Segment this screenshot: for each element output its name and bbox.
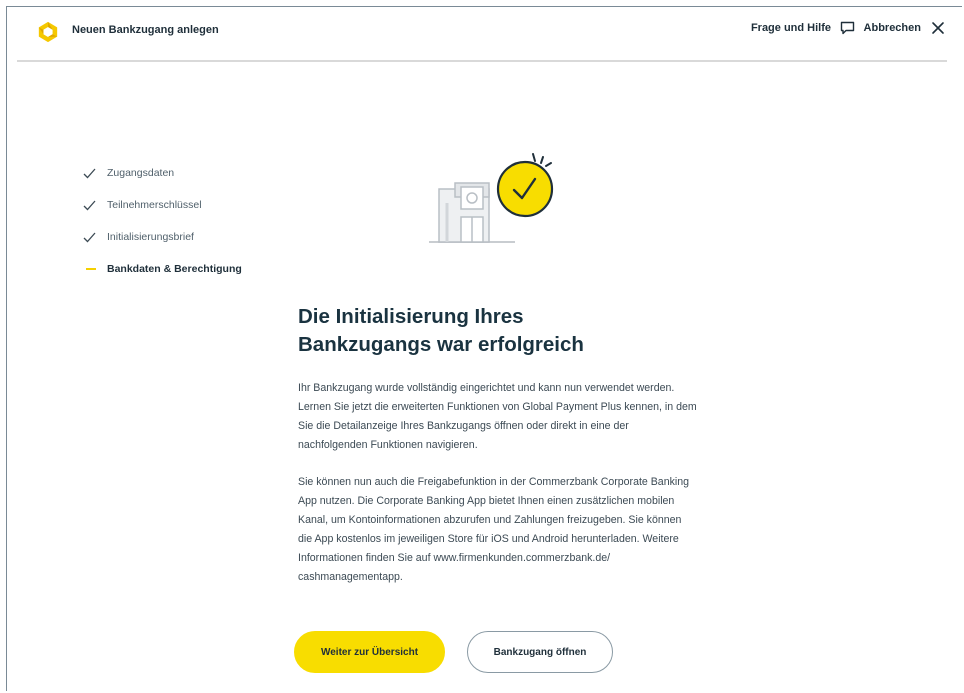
- step-label: Initialisierungsbrief: [107, 231, 194, 243]
- step-teilnehmerschluessel: Teilnehmerschlüssel: [83, 189, 283, 221]
- checkmark-icon: [83, 232, 96, 242]
- active-step-marker: [86, 268, 96, 270]
- cancel-link[interactable]: Abbrechen: [864, 21, 945, 35]
- step-label: Teilnehmerschlüssel: [107, 199, 202, 211]
- step-bankdaten-berechtigung: Bankdaten & Berechtigung: [83, 253, 283, 285]
- checkmark-icon: [83, 168, 96, 178]
- cancel-label: Abbrechen: [863, 22, 921, 34]
- close-icon: [932, 22, 944, 34]
- chat-bubble-icon: [840, 21, 855, 35]
- main-content: Die Initialisierung Ihres Bankzugangs wa…: [298, 303, 718, 605]
- step-label: Zugangsdaten: [107, 167, 175, 179]
- step-label: Bankdaten & Berechtigung: [107, 263, 242, 275]
- checkmark-icon: [83, 200, 96, 210]
- app-window: Neuen Bankzugang anlegen Frage und Hilfe…: [6, 6, 962, 691]
- header-bar: Neuen Bankzugang anlegen Frage und Hilfe…: [17, 7, 947, 62]
- bank-building-success-icon: [429, 153, 554, 243]
- progress-steps: Zugangsdaten Teilnehmerschlüssel Initial…: [83, 157, 283, 285]
- description-paragraph-2: Sie können nun auch die Freigabefunktion…: [298, 476, 690, 583]
- page-title: Die Initialisierung Ihres Bankzugangs wa…: [298, 305, 584, 356]
- open-bank-access-button[interactable]: Bankzugang öffnen: [467, 631, 613, 673]
- help-link[interactable]: Frage und Hilfe: [751, 21, 855, 35]
- app-title: Neuen Bankzugang anlegen: [72, 24, 219, 36]
- commerzbank-logo-icon: [38, 21, 58, 43]
- step-initialisierungsbrief: Initialisierungsbrief: [83, 221, 283, 253]
- description-paragraph-1: Ihr Bankzugang wurde vollständig eingeri…: [298, 382, 697, 451]
- continue-overview-button[interactable]: Weiter zur Übersicht: [294, 631, 445, 673]
- action-buttons: Weiter zur Übersicht Bankzugang öffnen: [294, 631, 613, 673]
- help-label: Frage und Hilfe: [750, 22, 831, 34]
- step-zugangsdaten: Zugangsdaten: [83, 157, 283, 189]
